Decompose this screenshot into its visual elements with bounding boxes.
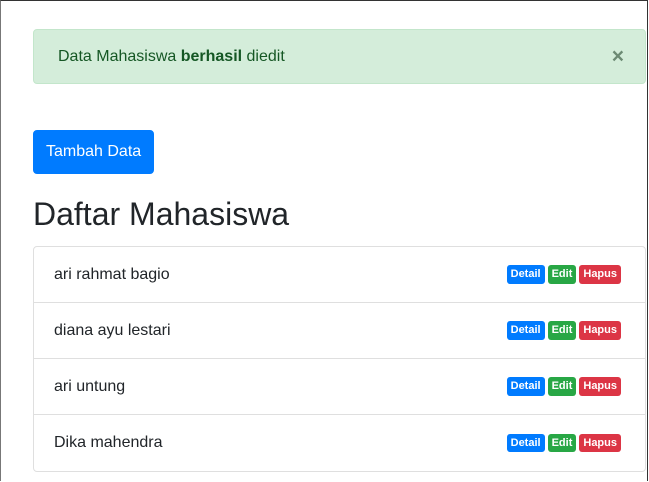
list-item: ari rahmat bagio Detail Edit Hapus — [34, 247, 645, 303]
edit-button[interactable]: Edit — [547, 265, 577, 284]
alert-bold-text: berhasil — [180, 47, 243, 65]
detail-button[interactable]: Detail — [506, 321, 545, 340]
mahasiswa-name: Dika mahendra — [54, 434, 163, 451]
edit-button[interactable]: Edit — [547, 321, 577, 340]
mahasiswa-name: ari rahmat bagio — [54, 265, 170, 283]
success-alert: Data Mahasiswa berhasil diedit × — [33, 29, 646, 84]
detail-button[interactable]: Detail — [506, 265, 545, 284]
list-item: Dika mahendra Detail Edit Hapus — [34, 415, 645, 471]
mahasiswa-name: ari untung — [54, 377, 126, 395]
hapus-button[interactable]: Hapus — [579, 433, 621, 453]
action-badges: Detail Edit Hapus — [506, 433, 621, 453]
alert-prefix: Data Mahasiswa — [58, 47, 181, 65]
detail-button[interactable]: Detail — [506, 377, 545, 396]
action-badges: Detail Edit Hapus — [506, 321, 621, 340]
action-badges: Detail Edit Hapus — [506, 377, 621, 396]
list-item: ari untung Detail Edit Hapus — [34, 359, 645, 415]
alert-suffix: diedit — [242, 47, 285, 65]
hapus-button[interactable]: Hapus — [579, 321, 621, 340]
alert-message: Data Mahasiswa berhasil diedit — [58, 48, 612, 66]
close-icon[interactable]: × — [612, 46, 624, 67]
page-title: Daftar Mahasiswa — [33, 196, 290, 232]
hapus-button[interactable]: Hapus — [579, 377, 621, 396]
hapus-button[interactable]: Hapus — [579, 265, 621, 284]
action-badges: Detail Edit Hapus — [506, 265, 621, 284]
mahasiswa-name: diana ayu lestari — [54, 321, 171, 339]
list-item: diana ayu lestari Detail Edit Hapus — [34, 303, 645, 359]
detail-button[interactable]: Detail — [506, 433, 545, 453]
edit-button[interactable]: Edit — [547, 433, 577, 453]
edit-button[interactable]: Edit — [547, 377, 577, 396]
tambah-data-button[interactable]: Tambah Data — [33, 130, 155, 174]
mahasiswa-list: ari rahmat bagio Detail Edit Hapus diana… — [33, 246, 646, 472]
